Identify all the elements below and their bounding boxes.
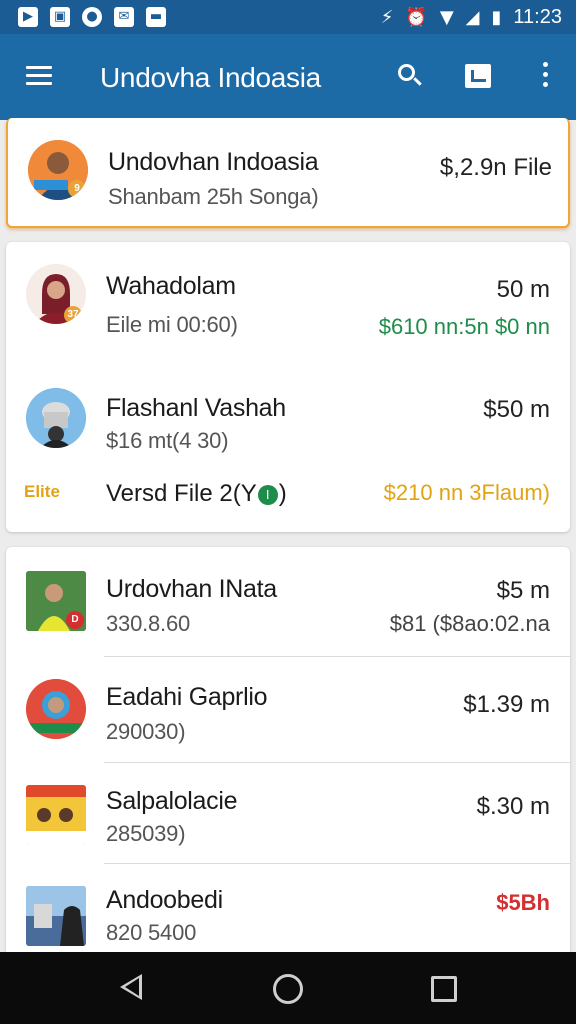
more-options-icon[interactable] [540, 62, 550, 90]
list-item[interactable]: 9 Undovhan Indoasia Shanbam 25h Songa) $… [8, 118, 568, 226]
item-amount: $50 m [483, 396, 550, 423]
message-icon: ▬ [146, 7, 166, 27]
wifi-icon: ▼ [439, 6, 454, 28]
list-item[interactable]: Flashanl Vashah $16 mt(4 30) $50 m [6, 362, 570, 462]
battery-icon: ▮ [491, 6, 502, 28]
group-card-2: D Urdovhan INata 330.8.60 $5 m $81 ($8ao… [6, 547, 570, 952]
thumbnail: D [26, 571, 86, 631]
gallery-icon: ▣ [50, 7, 70, 27]
status-bar: ▶ ▣ ● ✉ ▬ ⚡ ⏰ ▼ ◢ ▮ 11:23 [0, 0, 576, 34]
inbox-icon[interactable] [465, 64, 491, 88]
recent-apps-icon[interactable] [431, 976, 457, 1002]
list-item[interactable]: Andoobedi 820 5400 $5Bh [6, 864, 570, 952]
badge-icon: 9 [68, 180, 86, 198]
list-item[interactable]: Salpalolacie 285039) $.30 m [6, 763, 570, 863]
item-amount: 50 m [496, 276, 550, 303]
item-amount: $5Bh [496, 890, 550, 915]
app-bar: Undovha Indoasia [0, 34, 576, 120]
app-title: Undovha Indoasia [100, 62, 321, 93]
badge-icon: D [66, 611, 84, 629]
navigation-bar [0, 952, 576, 1024]
item-amount: $5 m [496, 577, 550, 604]
item-subtitle: 290030) [106, 719, 186, 744]
location-pin-icon: ● [82, 7, 102, 27]
signal-icon: ◢ [465, 6, 480, 28]
mail-icon: ✉ [114, 7, 134, 27]
search-icon[interactable] [398, 64, 422, 88]
list-item[interactable]: Eadahi Gaprlio 290030) $1.39 m [6, 657, 570, 762]
item-price: $,2.9n File [439, 154, 552, 181]
clock: 11:23 [513, 6, 562, 28]
badge-icon: 37 [64, 306, 82, 324]
item-detail: $81 ($8ao:02.na [389, 611, 550, 636]
thumbnail [26, 785, 86, 845]
item-title: Andoobedi [106, 886, 223, 914]
item-title: Flashanl Vashah [106, 394, 286, 422]
item-title: Undovhan Indoasia [108, 148, 319, 176]
footer-amount: $210 nn 3Flaum) [383, 480, 550, 505]
item-title: Wahadolam [106, 272, 236, 300]
thumbnail [26, 886, 86, 946]
alarm-icon: ⏰ [405, 6, 428, 28]
green-badge-icon: I [257, 485, 278, 505]
item-subtitle: 285039) [106, 821, 186, 846]
group-card-1: 37 Wahadolam Eile mi 00:60) 50 m $610 nn… [6, 242, 570, 532]
item-subtitle: Shanbam 25h Songa) [108, 184, 319, 209]
item-amount: $.30 m [476, 793, 550, 820]
tag-label: Elite [24, 482, 60, 501]
back-icon[interactable] [120, 974, 142, 1000]
item-title: Urdovhan INata [106, 575, 277, 603]
menu-icon[interactable] [26, 66, 52, 86]
list-item-footer[interactable]: Elite Versd File 2(Y I) $210 nn 3Flaum) [6, 468, 570, 518]
item-detail: $610 nn:5n $0 nn [378, 314, 550, 339]
avatar: 9 [28, 140, 88, 200]
vibrate-icon: ⚡ [380, 6, 394, 28]
avatar [26, 679, 86, 739]
item-title: Salpalolacie [106, 787, 238, 815]
list-item[interactable]: 37 Wahadolam Eile mi 00:60) 50 m $610 nn… [6, 242, 570, 362]
item-title: Eadahi Gaprlio [106, 683, 268, 711]
list-item[interactable]: D Urdovhan INata 330.8.60 $5 m $81 ($8ao… [6, 547, 570, 657]
item-subtitle: 820 5400 [106, 920, 197, 945]
footer-title: Versd File 2(Y I) [106, 480, 287, 507]
avatar [26, 388, 86, 448]
item-subtitle: Eile mi 00:60) [106, 312, 238, 337]
item-subtitle: $16 mt(4 30) [106, 428, 229, 453]
item-subtitle: 330.8.60 [106, 611, 191, 636]
item-amount: $1.39 m [463, 691, 550, 718]
notification-icon: ▶ [18, 7, 38, 27]
avatar: 37 [26, 264, 86, 324]
featured-card[interactable]: 9 Undovhan Indoasia Shanbam 25h Songa) $… [6, 118, 570, 228]
home-icon[interactable] [273, 974, 303, 1004]
